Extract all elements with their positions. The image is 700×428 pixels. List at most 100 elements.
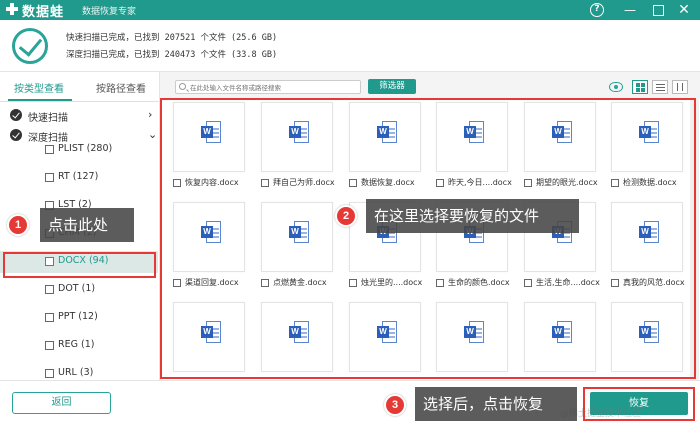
file-type-checkbox[interactable]	[45, 145, 54, 154]
file-card[interactable]: W 昨天,今日....docx	[424, 99, 512, 199]
file-checkbox[interactable]	[349, 179, 357, 187]
word-document-icon: W	[289, 121, 309, 143]
maximize-icon[interactable]	[650, 2, 666, 18]
preview-eye-icon[interactable]	[609, 82, 623, 92]
file-thumbnail[interactable]: W	[261, 102, 333, 172]
file-thumbnail[interactable]: W	[349, 302, 421, 372]
file-checkbox[interactable]	[173, 279, 181, 287]
file-type-item[interactable]: PPT (12)	[0, 307, 158, 329]
tab-by-type[interactable]: 按类型查看	[14, 80, 64, 95]
grid-scrollbar[interactable]	[690, 99, 699, 380]
minimize-icon[interactable]: —	[622, 2, 638, 18]
file-checkbox[interactable]	[261, 179, 269, 187]
word-document-icon: W	[201, 221, 221, 243]
step1-number-badge: 1	[7, 214, 29, 236]
file-checkbox[interactable]	[436, 279, 444, 287]
chevron-right-icon[interactable]: ›	[148, 108, 152, 121]
file-type-label: REG (1)	[58, 339, 95, 350]
close-icon[interactable]: ✕	[676, 2, 692, 18]
file-card[interactable]: W 真我的风范.docx	[599, 199, 685, 299]
file-checkbox[interactable]	[524, 179, 532, 187]
file-card[interactable]: W 期望的眼光.docx	[512, 99, 598, 199]
file-name: 真我的风范.docx	[623, 278, 685, 287]
file-type-checkbox[interactable]	[45, 313, 54, 322]
tab-by-path[interactable]: 按路径查看	[96, 80, 146, 95]
file-card[interactable]: W 检测数据.docx	[599, 99, 683, 199]
file-card[interactable]: W 恢复内容.docx	[161, 99, 245, 199]
file-type-item[interactable]: PLIST (280)	[0, 139, 158, 161]
section-label: 快速扫描	[28, 113, 68, 124]
step1-callout: 点击此处	[40, 208, 134, 242]
file-thumbnail[interactable]: W	[261, 302, 333, 372]
file-card[interactable]: W	[249, 299, 333, 380]
word-document-icon: W	[639, 321, 659, 343]
file-thumbnail[interactable]: W	[611, 202, 683, 272]
file-thumbnail[interactable]: W	[173, 202, 245, 272]
app-name: 数据蛙	[22, 5, 65, 20]
file-type-item[interactable]: DOCX (94)	[0, 251, 158, 273]
file-type-checkbox[interactable]	[45, 369, 54, 378]
file-checkbox[interactable]	[611, 179, 619, 187]
file-card[interactable]: W	[161, 299, 245, 380]
file-type-checkbox[interactable]	[45, 341, 54, 350]
section-quick-scan[interactable]: 快速扫描 ›	[0, 105, 159, 125]
word-document-icon: W	[289, 321, 309, 343]
file-thumbnail[interactable]: W	[611, 102, 683, 172]
list-view-button[interactable]	[652, 80, 668, 94]
file-checkbox[interactable]	[611, 279, 619, 287]
file-type-label: RT (127)	[58, 171, 99, 182]
file-card[interactable]: W 渠道回复.docx	[161, 199, 245, 299]
file-thumbnail[interactable]: W	[611, 302, 683, 372]
active-tab-underline	[8, 99, 72, 101]
file-type-label: URL (3)	[58, 367, 94, 378]
deep-scan-status: 深度扫描已完成，已找到 240473 个文件 (33.8 GB)	[66, 50, 278, 60]
file-card[interactable]: W	[512, 299, 596, 380]
word-document-icon: W	[464, 321, 484, 343]
word-document-icon: W	[377, 321, 397, 343]
file-card[interactable]: W 拜自己为师.docx	[249, 99, 335, 199]
help-icon[interactable]: ?	[590, 3, 604, 17]
view-mode-tabs: 按类型查看 按路径查看	[0, 72, 159, 102]
file-card[interactable]: W	[599, 299, 683, 380]
file-type-checkbox[interactable]	[45, 285, 54, 294]
file-checkbox[interactable]	[173, 179, 181, 187]
grid-view-button[interactable]	[632, 80, 648, 94]
word-document-icon: W	[377, 121, 397, 143]
file-type-checkbox[interactable]	[45, 257, 54, 266]
word-document-icon: W	[552, 321, 572, 343]
step2-number-badge: 2	[335, 205, 357, 227]
file-type-item[interactable]: DOT (1)	[0, 279, 158, 301]
file-thumbnail[interactable]: W	[436, 302, 508, 372]
file-name: 生活,生命....docx	[536, 278, 600, 287]
file-name: 烛光里的....docx	[361, 278, 423, 287]
word-document-icon: W	[464, 121, 484, 143]
file-checkbox[interactable]	[524, 279, 532, 287]
search-input[interactable]	[190, 82, 358, 93]
file-checkbox[interactable]	[261, 279, 269, 287]
file-thumbnail[interactable]: W	[349, 102, 421, 172]
file-grid: W 恢复内容.docx W 拜自己为师.docx W 数据恢复.docx W 昨天,今日...…	[161, 99, 700, 380]
file-type-item[interactable]: RT (127)	[0, 167, 158, 189]
file-type-label: DOCX (94)	[58, 255, 109, 266]
file-thumbnail[interactable]: W	[524, 102, 596, 172]
file-thumbnail[interactable]: W	[524, 302, 596, 372]
file-card[interactable]: W 点燃黄金.docx	[249, 199, 333, 299]
file-thumbnail[interactable]: W	[436, 102, 508, 172]
step3-callout: 选择后，点击恢复	[415, 387, 577, 421]
search-box[interactable]	[175, 80, 361, 94]
file-card[interactable]: W 数据恢复.docx	[337, 99, 421, 199]
file-card[interactable]: W	[424, 299, 508, 380]
file-checkbox[interactable]	[349, 279, 357, 287]
detail-view-button[interactable]	[672, 80, 688, 94]
file-card[interactable]: W	[337, 299, 421, 380]
file-checkbox[interactable]	[436, 179, 444, 187]
back-button[interactable]: 返回	[12, 392, 111, 414]
file-thumbnail[interactable]: W	[173, 102, 245, 172]
file-thumbnail[interactable]: W	[173, 302, 245, 372]
file-type-checkbox[interactable]	[45, 173, 54, 182]
filter-button[interactable]: 筛选器	[368, 79, 416, 94]
file-type-item[interactable]: REG (1)	[0, 335, 158, 357]
file-thumbnail[interactable]: W	[261, 202, 333, 272]
file-type-item[interactable]: URL (3)	[0, 363, 158, 380]
scan-status-header: 快速扫描已完成，已找到 207521 个文件 (25.6 GB) 深度扫描已完成…	[0, 20, 700, 72]
